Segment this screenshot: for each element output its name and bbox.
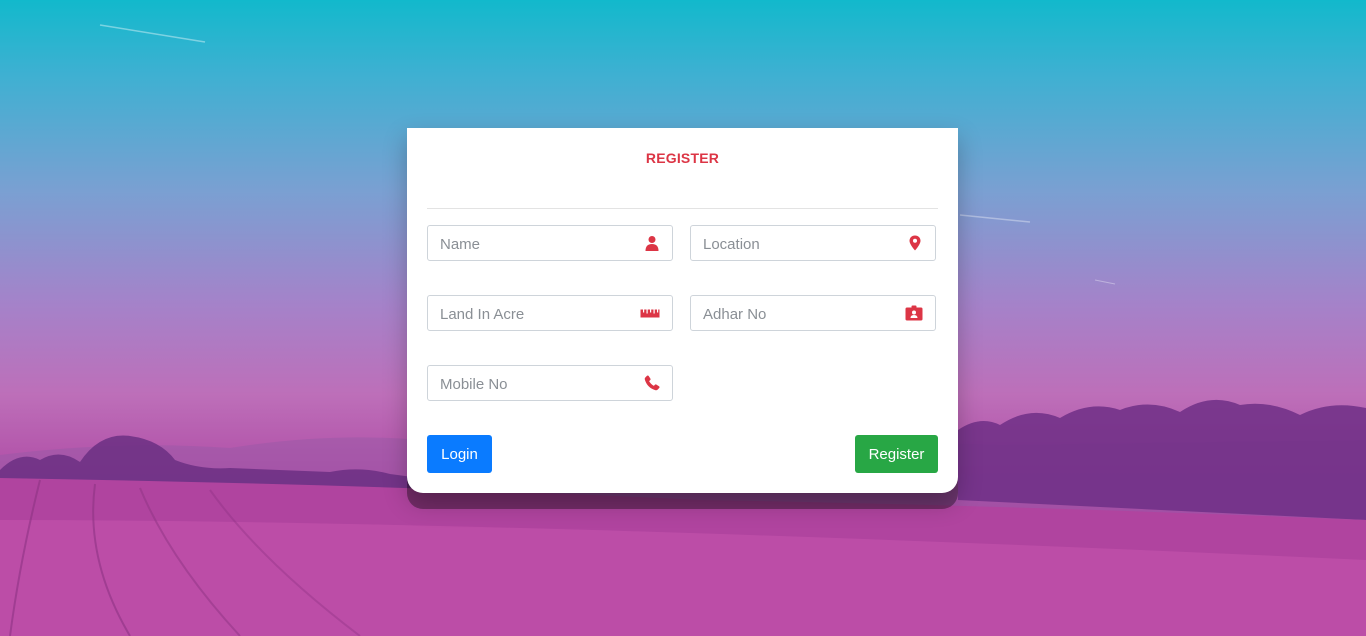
mobile-field[interactable]: [427, 365, 673, 402]
adhar-input[interactable]: [703, 296, 903, 332]
name-field[interactable]: [427, 225, 673, 262]
login-button[interactable]: Login: [427, 435, 492, 473]
adhar-field[interactable]: [690, 295, 936, 332]
name-input[interactable]: [440, 226, 640, 262]
ruler-icon: [640, 305, 660, 321]
land-input[interactable]: [440, 296, 640, 332]
id-card-icon: [905, 305, 923, 321]
register-button[interactable]: Register: [855, 435, 938, 473]
location-field[interactable]: [690, 225, 936, 262]
user-icon: [644, 235, 660, 251]
land-field[interactable]: [427, 295, 673, 332]
location-input[interactable]: [703, 226, 903, 262]
title-divider: [427, 208, 938, 209]
register-card: REGISTER Name Location Land In Acre Adha…: [407, 128, 958, 493]
register-title: REGISTER: [645, 150, 720, 166]
phone-icon: [644, 375, 660, 391]
map-marker-icon: [907, 235, 923, 251]
mobile-input[interactable]: [440, 366, 640, 402]
